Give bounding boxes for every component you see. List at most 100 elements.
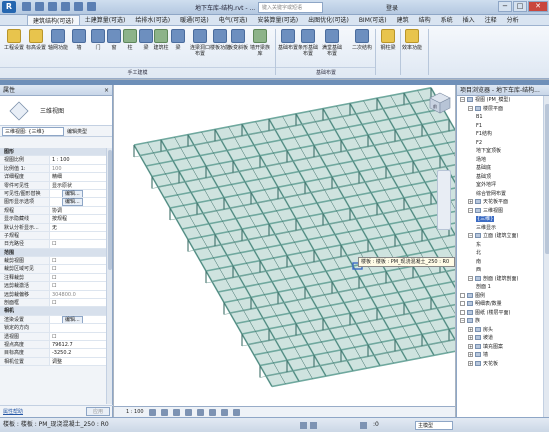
browser-item[interactable]: 地下室顶板 <box>457 147 543 156</box>
tab-11[interactable]: 插入 <box>458 15 480 25</box>
apply-button[interactable]: 应用 <box>85 406 110 416</box>
browser-item[interactable]: 图纸 (楼层平面) <box>457 309 543 318</box>
minimize-button[interactable]: − <box>498 1 512 12</box>
browser-scrollbar[interactable] <box>543 96 549 417</box>
filter-icon[interactable] <box>360 422 367 429</box>
property-value[interactable]: 编辑... <box>50 198 106 206</box>
crop-icon[interactable] <box>208 408 216 416</box>
ribbon-button-14[interactable]: 基础布置 <box>278 29 298 65</box>
property-value[interactable]: 调整 <box>50 357 106 366</box>
ribbon-button-11[interactable]: 楼板功能 <box>210 29 230 65</box>
redo-icon[interactable] <box>61 2 70 11</box>
expand-toggle-icon[interactable]: + <box>468 343 473 349</box>
browser-item[interactable]: 图例 <box>457 292 543 301</box>
expand-toggle-icon[interactable] <box>460 301 465 306</box>
property-value[interactable] <box>50 231 106 240</box>
open-icon[interactable] <box>22 2 31 11</box>
properties-help-link[interactable]: 属性帮助 <box>3 408 23 415</box>
edit-type-button[interactable]: 编辑类型 <box>67 128 87 135</box>
view-scale[interactable]: 1 : 100 <box>126 409 144 415</box>
render-icon[interactable] <box>196 408 204 416</box>
tab-13[interactable]: 分析 <box>502 15 524 25</box>
ribbon-button-3[interactable]: 墙 <box>69 29 89 65</box>
expand-toggle-icon[interactable] <box>460 292 465 298</box>
browser-item[interactable]: + 天花板 <box>457 360 543 369</box>
browser-item[interactable]: 综合管网布置 <box>457 190 543 199</box>
expand-toggle-icon[interactable]: + <box>468 199 473 204</box>
property-value[interactable]: 协调 <box>50 206 106 215</box>
browser-item[interactable]: − 视图 (PM_模型) <box>457 96 543 105</box>
maximize-button[interactable]: □ <box>513 1 527 12</box>
ribbon-button-17[interactable]: 二次结构 <box>352 29 372 65</box>
expand-toggle-icon[interactable]: + <box>468 335 473 340</box>
tab-5[interactable]: 安装算量(可选) <box>252 15 303 25</box>
property-value[interactable]: 1 : 100 <box>50 156 106 164</box>
structure-model[interactable] <box>114 85 455 406</box>
save-icon[interactable] <box>35 2 44 11</box>
detail-level-icon[interactable] <box>148 408 156 416</box>
ribbon-button-12[interactable]: 板变斜板 <box>228 29 248 65</box>
browser-item[interactable]: − 剖面 (建筑剖面) <box>457 275 543 284</box>
tab-3[interactable]: 暖通(可选) <box>175 15 214 25</box>
expand-toggle-icon[interactable]: − <box>468 275 473 281</box>
browser-item[interactable]: F1 <box>457 122 543 131</box>
3d-viewport[interactable] <box>114 85 455 406</box>
tab-12[interactable]: 注释 <box>480 15 502 25</box>
browser-item[interactable]: + 天花板平面 <box>457 198 543 207</box>
property-value[interactable]: 100 <box>50 164 106 173</box>
browser-item[interactable]: 西 <box>457 266 543 275</box>
browser-item[interactable]: 北 <box>457 249 543 258</box>
browser-item[interactable]: 室外地坪 <box>457 181 543 190</box>
ribbon-button-9[interactable]: 梁 <box>168 29 188 65</box>
design-options-icon[interactable] <box>310 422 317 429</box>
expand-toggle-icon[interactable]: + <box>468 326 473 332</box>
browser-item[interactable]: F1结构 <box>457 130 543 139</box>
browser-item[interactable]: 南 <box>457 258 543 267</box>
visual-style-icon[interactable] <box>160 408 168 416</box>
edit-button[interactable]: 编辑... <box>62 198 83 206</box>
tab-1[interactable]: 土建算量(可选) <box>80 15 131 25</box>
property-value[interactable]: 编辑... <box>50 315 106 324</box>
sign-in-link[interactable]: 登录 <box>386 3 398 12</box>
browser-item[interactable]: − 楼层平面 <box>457 105 543 114</box>
ribbon-button-1[interactable]: 标高设置 <box>26 29 46 65</box>
property-value[interactable] <box>50 324 106 332</box>
browser-item[interactable]: 剖面 1 <box>457 283 543 292</box>
undo-icon[interactable] <box>48 2 57 11</box>
browser-item[interactable]: 场地 <box>457 156 543 165</box>
edit-button[interactable]: 编辑... <box>62 189 83 198</box>
app-logo[interactable]: R <box>2 1 16 13</box>
expand-toggle-icon[interactable]: + <box>468 360 473 366</box>
property-value[interactable]: ☐ <box>50 240 106 248</box>
edit-button[interactable]: 编辑... <box>62 315 83 324</box>
search-input[interactable]: 键入关键字或短语 <box>258 2 323 13</box>
browser-item[interactable]: F2 <box>457 139 543 148</box>
property-value[interactable]: ☐ <box>50 257 106 265</box>
property-value[interactable]: -3250.2 <box>50 349 106 357</box>
property-value[interactable]: ☐ <box>50 265 106 273</box>
expand-toggle-icon[interactable]: + <box>468 352 473 357</box>
tab-0[interactable]: 建筑结构(可选) <box>27 15 80 25</box>
expand-toggle-icon[interactable]: − <box>460 318 465 323</box>
browser-item[interactable]: {三维} <box>457 215 543 224</box>
property-value[interactable]: 精细 <box>50 173 106 181</box>
expand-toggle-icon[interactable]: − <box>460 97 465 102</box>
tab-10[interactable]: 系统 <box>436 15 458 25</box>
close-button[interactable]: ✕ <box>528 1 548 12</box>
worksets-icon[interactable] <box>300 422 307 429</box>
browser-item[interactable]: B1 <box>457 113 543 122</box>
property-value[interactable]: 304800.0 <box>50 290 106 299</box>
tab-7[interactable]: BIM(可选) <box>354 15 392 25</box>
browser-item[interactable]: + 填充图案 <box>457 343 543 352</box>
ribbon-button-16[interactable]: 满堂基础布置 <box>322 29 342 65</box>
browser-item[interactable]: 基础底 <box>457 164 543 173</box>
ribbon-button-13[interactable]: 墙开梁族库 <box>250 29 270 65</box>
ribbon-button-0[interactable]: 工程设置 <box>4 29 24 65</box>
sun-path-icon[interactable] <box>172 408 180 416</box>
browser-item[interactable]: + 房头 <box>457 326 543 335</box>
property-value[interactable]: ☐ <box>50 299 106 307</box>
property-value[interactable]: 按规程 <box>50 215 106 223</box>
browser-item[interactable]: + 墙 <box>457 351 543 360</box>
browser-item[interactable]: 基础顶 <box>457 173 543 182</box>
browser-item[interactable]: − 三维视图 <box>457 207 543 216</box>
